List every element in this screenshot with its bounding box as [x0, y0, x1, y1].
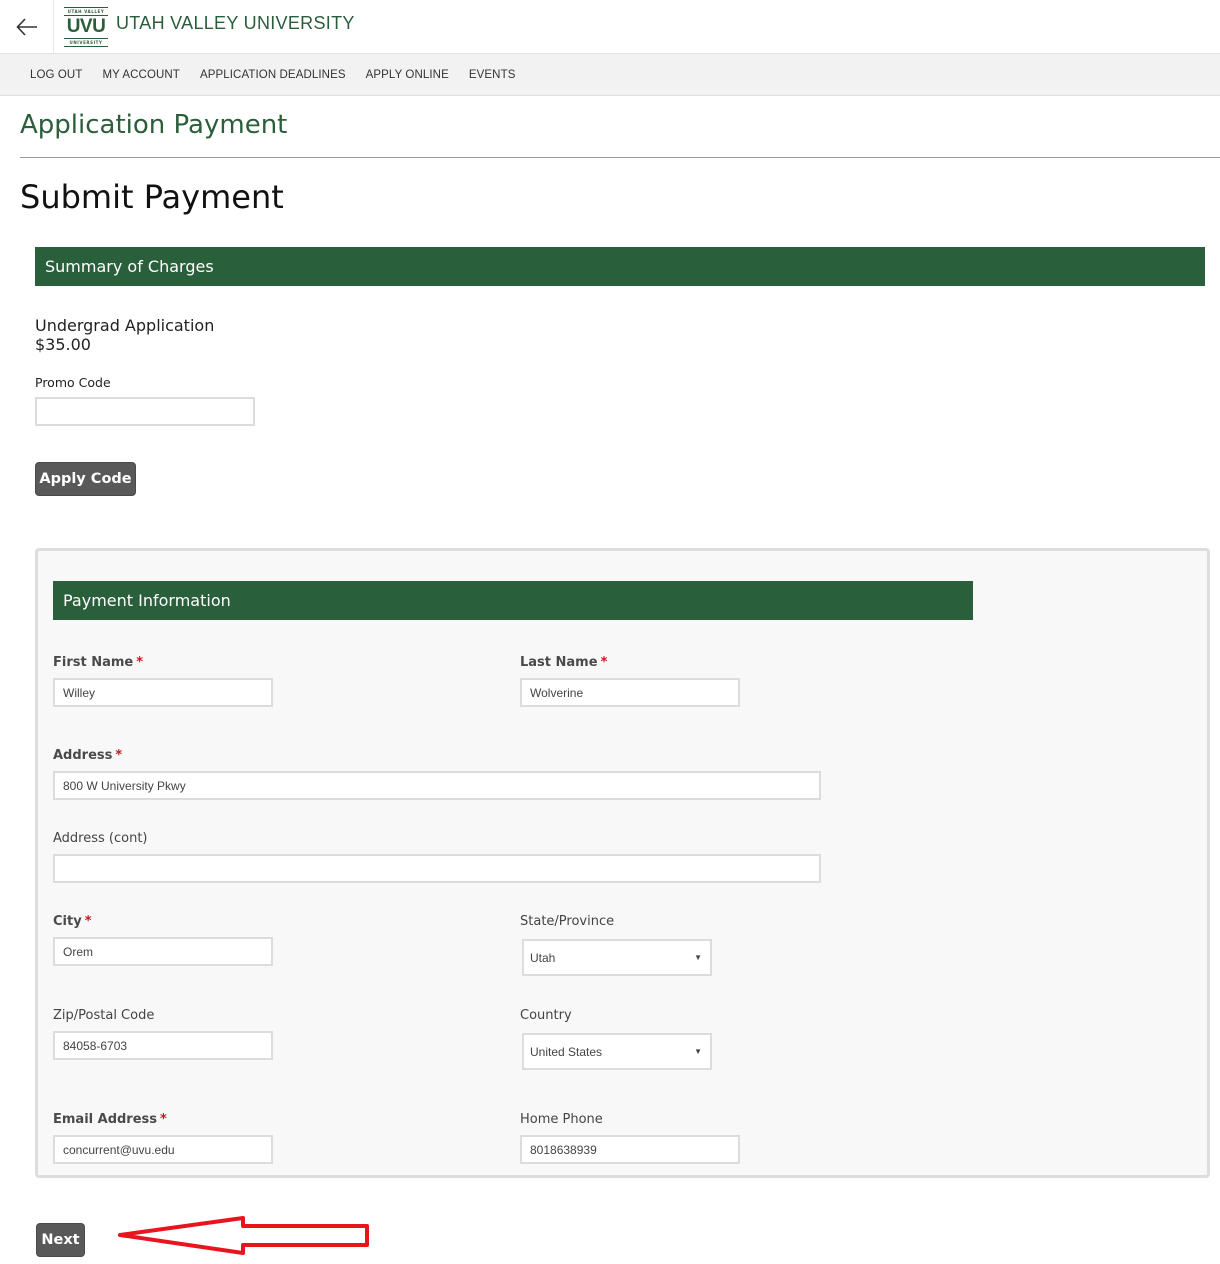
nav-apply-online[interactable]: APPLY ONLINE — [366, 69, 449, 81]
city-label: City * — [53, 914, 92, 929]
city-input[interactable]: Orem — [53, 937, 273, 966]
top-bar: UTAH VALLEY UVU UNIVERSITY UTAH VALLEY U… — [0, 0, 1220, 54]
last-name-label: Last Name * — [520, 655, 608, 670]
brand-name[interactable]: UTAH VALLEY UNIVERSITY — [116, 13, 355, 34]
state-select[interactable]: Utah ▼ — [522, 939, 712, 976]
nav-events[interactable]: EVENTS — [469, 69, 516, 81]
home-phone-input[interactable]: 8018638939 — [520, 1135, 740, 1164]
nav-my-account[interactable]: MY ACCOUNT — [102, 69, 179, 81]
required-marker: * — [115, 748, 123, 763]
title-divider — [20, 157, 1220, 158]
required-marker: * — [84, 914, 92, 929]
apply-code-button[interactable]: Apply Code — [35, 462, 136, 496]
country-select-value: United States — [530, 1044, 603, 1059]
email-input[interactable]: concurrent@uvu.edu — [53, 1135, 273, 1164]
zip-label: Zip/Postal Code — [53, 1008, 155, 1023]
arrow-left-icon — [15, 18, 37, 36]
uvu-logo[interactable]: UTAH VALLEY UVU UNIVERSITY — [64, 6, 108, 47]
state-select-value: Utah — [530, 950, 556, 965]
email-label: Email Address * — [53, 1112, 167, 1127]
country-label: Country — [520, 1008, 572, 1023]
required-marker: * — [600, 655, 608, 670]
section-title: Submit Payment — [20, 178, 284, 216]
address-cont-input[interactable] — [53, 854, 821, 883]
zip-input[interactable]: 84058-6703 — [53, 1031, 273, 1060]
red-arrow-annotation-icon — [118, 1216, 369, 1255]
main-nav: LOG OUT MY ACCOUNT APPLICATION DEADLINES… — [0, 54, 1220, 96]
country-select[interactable]: United States ▼ — [522, 1033, 712, 1070]
home-phone-label: Home Phone — [520, 1112, 603, 1127]
dropdown-caret-icon: ▼ — [694, 1047, 702, 1056]
dropdown-caret-icon: ▼ — [694, 953, 702, 962]
address-input[interactable]: 800 W University Pkwy — [53, 771, 821, 800]
charge-item-amount: $35.00 — [35, 335, 91, 354]
address-label: Address * — [53, 748, 123, 763]
first-name-input[interactable]: Willey — [53, 678, 273, 707]
summary-heading: Summary of Charges — [35, 247, 1205, 286]
next-button[interactable]: Next — [36, 1223, 85, 1257]
required-marker: * — [160, 1112, 167, 1127]
charge-item-name: Undergrad Application — [35, 316, 215, 335]
required-marker: * — [136, 655, 144, 670]
payment-heading: Payment Information — [53, 581, 973, 620]
nav-log-out[interactable]: LOG OUT — [30, 69, 82, 81]
promo-code-label: Promo Code — [35, 375, 111, 390]
nav-application-deadlines[interactable]: APPLICATION DEADLINES — [200, 69, 346, 81]
state-label: State/Province — [520, 914, 615, 929]
back-button[interactable] — [0, 0, 54, 54]
promo-code-input[interactable] — [35, 397, 255, 426]
first-name-label: First Name * — [53, 655, 144, 670]
last-name-input[interactable]: Wolverine — [520, 678, 740, 707]
address-cont-label: Address (cont) — [53, 831, 148, 846]
page-title: Application Payment — [20, 110, 288, 140]
